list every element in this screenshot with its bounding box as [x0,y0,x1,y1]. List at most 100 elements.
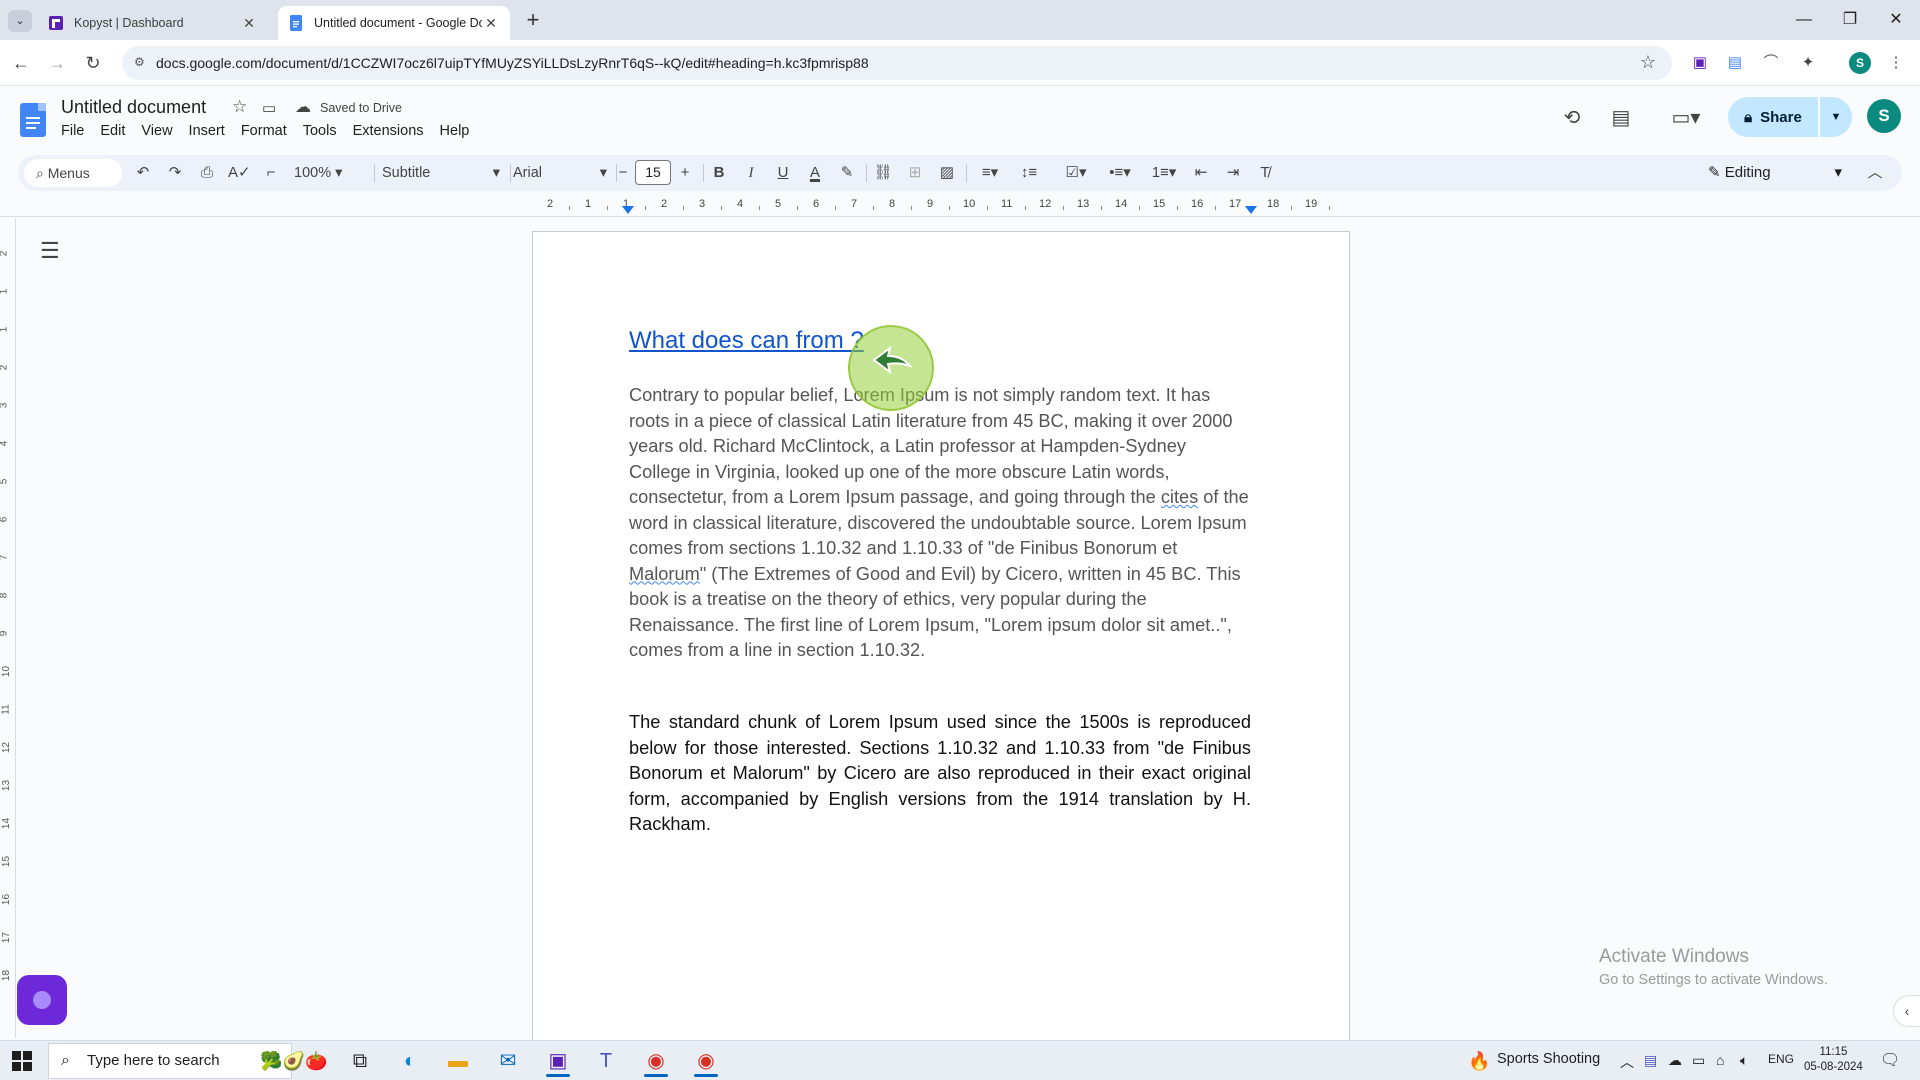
print-icon[interactable]: ⎙ [196,161,218,185]
document-outline-icon[interactable]: ☰ [40,238,60,264]
back-icon[interactable]: ← [8,50,34,76]
add-comment-icon[interactable]: ⊞ [904,161,926,185]
horizontal-ruler[interactable]: 2 1 1 2 3 4 5 6 7 8 9 10 11 12 13 14 15 16 17 18 19 [532,196,1350,216]
task-view-icon[interactable]: ⧉ [340,1045,380,1077]
right-indent-marker[interactable] [1245,206,1257,214]
menu-edit[interactable]: Edit [100,123,133,139]
close-tab-icon[interactable]: ✕ [240,15,258,32]
close-tab-icon[interactable]: ✕ [482,15,500,32]
redo-icon[interactable]: ↷ [164,161,186,185]
site-info-icon[interactable]: ⚙ [134,55,150,71]
teams-tray-icon[interactable]: ▤ [1644,1052,1657,1069]
volume-icon[interactable]: 🔈︎ [1740,1052,1748,1069]
search-menus-button[interactable]: ⌕ Menus [24,159,122,187]
font-size-input[interactable]: 15 [635,160,671,185]
text-color-icon[interactable]: A [804,161,826,185]
reload-icon[interactable]: ↻ [80,50,106,76]
underline-icon[interactable]: U [772,161,794,185]
paragraph-1[interactable]: Contrary to popular belief, Lorem Ipsum … [629,383,1251,664]
numbered-list-icon[interactable]: 1≡▾ [1146,161,1182,185]
bulleted-list-icon[interactable]: •≡▾ [1102,161,1138,185]
paragraph-2[interactable]: The standard chunk of Lorem Ipsum used s… [629,710,1251,838]
menu-file[interactable]: File [61,123,92,139]
tab-search-button[interactable]: ⌄ [8,10,32,32]
forward-icon[interactable]: → [44,50,70,76]
clock[interactable]: 11:15 05-08-2024 [1804,1045,1863,1075]
kopyst-app-icon[interactable]: ▣ [538,1045,578,1077]
menu-help[interactable]: Help [440,123,478,139]
insert-link-icon[interactable]: ⛓ [872,161,894,185]
assistant-bubble-icon[interactable] [17,975,67,1025]
extensions-puzzle-icon[interactable]: ✦ [1797,52,1819,74]
spelling-flag[interactable]: Malorum [629,564,700,584]
zoom-select[interactable]: 100% ▾ [294,161,364,185]
minimize-icon[interactable]: — [1786,8,1822,32]
comments-icon[interactable]: ▤ [1607,105,1635,133]
url-text[interactable]: docs.google.com/document/d/1CCZWI7ocz6l7… [156,55,869,71]
account-avatar[interactable]: S [1867,99,1901,133]
share-button[interactable]: 🔒︎ Share [1728,97,1818,137]
move-folder-icon[interactable]: ▭ [262,99,276,117]
edge-icon[interactable]: ◐ [390,1045,430,1077]
increase-font-size-icon[interactable]: + [674,161,696,185]
tab-kopyst-dashboard[interactable]: Kopyst | Dashboard ✕ [38,6,268,40]
side-panel-chevron-icon[interactable]: ‹ [1893,995,1920,1027]
kopyst-extension-icon[interactable]: ▣ [1689,52,1711,74]
close-window-icon[interactable]: ✕ [1878,8,1914,32]
docs-logo-icon[interactable] [20,103,46,137]
menu-view[interactable]: View [141,123,180,139]
document-heading[interactable]: What does can from ? [629,327,864,355]
decrease-font-size-icon[interactable]: − [612,161,634,185]
bold-icon[interactable]: B [708,161,730,185]
docs-extension-icon[interactable]: ▤ [1724,52,1746,74]
battery-icon[interactable]: ▭ [1692,1052,1705,1069]
insert-image-icon[interactable]: ▨ [936,161,958,185]
search-highlight-icon[interactable]: 🥦🥑🍅 [254,1045,334,1077]
menu-format[interactable]: Format [241,123,295,139]
file-explorer-icon[interactable]: ▬ [438,1045,478,1077]
onedrive-icon[interactable]: ☁ [1668,1052,1682,1069]
spelling-flag[interactable]: cites [1161,487,1198,507]
undo-icon[interactable]: ↶ [132,161,154,185]
menu-tools[interactable]: Tools [303,123,345,139]
mail-icon[interactable]: ✉ [488,1045,528,1077]
document-title[interactable]: Untitled document [61,97,206,118]
editing-mode-select[interactable]: ✎ Editing ▾ [1708,159,1846,187]
star-icon[interactable]: ☆ [232,97,247,117]
left-indent-marker[interactable] [622,206,634,214]
font-select[interactable]: Arial ▾ [513,161,613,185]
tray-chevron-icon[interactable]: ︿ [1620,1052,1634,1072]
windows-start-icon[interactable] [12,1051,34,1071]
new-tab-button[interactable]: + [520,8,546,34]
align-icon[interactable]: ≡▾ [972,161,1008,185]
teams-icon[interactable]: T [586,1045,626,1077]
vertical-ruler[interactable]: 21123456789101112131415161718 [0,218,16,1038]
language-indicator[interactable]: ENG [1768,1052,1794,1066]
version-history-icon[interactable]: ⟲ [1558,105,1586,133]
paint-format-icon[interactable]: ⌐ [260,161,282,185]
tab-google-docs[interactable]: Untitled document - Google Do ✕ [278,6,510,40]
menu-insert[interactable]: Insert [189,123,233,139]
menu-extensions[interactable]: Extensions [353,123,432,139]
notification-icon[interactable]: 🗨︎ [1880,1050,1900,1070]
share-dropdown-chevron-icon[interactable]: ▼ [1820,97,1852,137]
increase-indent-icon[interactable]: ⇥ [1222,161,1244,185]
line-spacing-icon[interactable]: ↕≡ [1016,161,1042,185]
meet-video-icon[interactable]: ▭▾ [1664,105,1708,133]
extension-icon[interactable]: ⌒ [1760,52,1782,74]
paragraph-style-select[interactable]: Subtitle ▾ [382,161,506,185]
chrome-icon[interactable]: ◉ [636,1045,676,1077]
restore-icon[interactable]: ❐ [1832,8,1868,32]
browser-menu-icon[interactable]: ⋮ [1885,52,1907,74]
bookmark-star-icon[interactable]: ☆ [1640,52,1656,73]
network-icon[interactable]: ⌂ [1716,1052,1724,1068]
profile-avatar[interactable]: S [1849,52,1871,74]
hide-menus-chevron-icon[interactable]: ︿ [1864,161,1886,185]
weather-text[interactable]: Sports Shooting [1497,1051,1600,1067]
italic-icon[interactable]: I [740,161,762,185]
checklist-icon[interactable]: ☑▾ [1058,161,1094,185]
address-bar[interactable]: ⚙ docs.google.com/document/d/1CCZWI7ocz6… [122,46,1672,80]
decrease-indent-icon[interactable]: ⇤ [1190,161,1212,185]
spellcheck-icon[interactable]: A✓ [228,161,251,185]
highlight-color-icon[interactable]: ✎ [836,161,858,185]
